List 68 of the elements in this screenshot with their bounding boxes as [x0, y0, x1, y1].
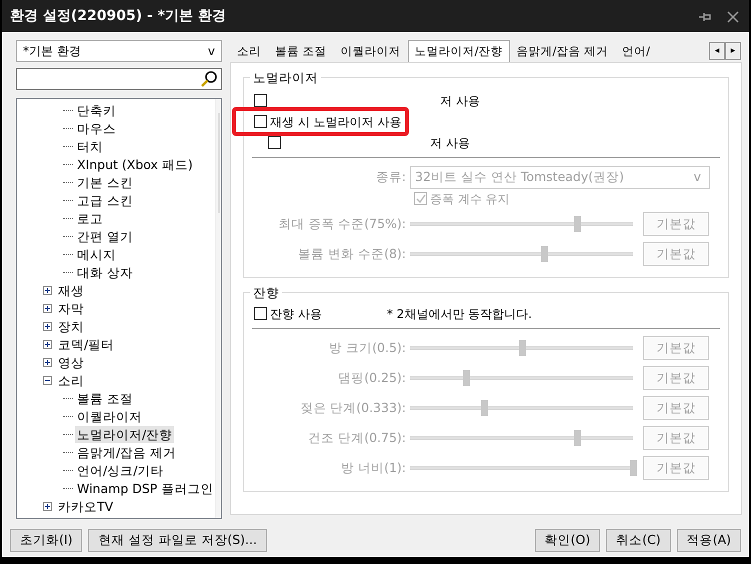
tree-item[interactable]: 터치: [75, 138, 105, 154]
slider-label: 방 너비(1):: [340, 458, 407, 477]
tree-item[interactable]: 코덱/필터: [56, 336, 116, 352]
checkbox-label: 저 사용: [440, 92, 480, 110]
tree-item[interactable]: 음맑게/잡음 제거: [75, 444, 178, 460]
slider-label: 방 크기(0.5):: [328, 338, 407, 357]
tree-item[interactable]: 단축키: [75, 102, 118, 118]
collapse-icon[interactable]: [43, 376, 52, 384]
tab-scroll-right[interactable]: ▸: [725, 42, 741, 60]
checkbox-label: 잔향 사용: [270, 306, 322, 322]
checkbox[interactable]: [268, 136, 281, 149]
slider-label: 건조 단계(0.75):: [307, 428, 407, 447]
slider-label: 젖은 단계(0.333):: [299, 398, 407, 417]
expand-icon[interactable]: [43, 304, 52, 312]
tree-item[interactable]: 이퀄라이저: [75, 408, 144, 424]
tree-item[interactable]: 소리: [56, 372, 86, 388]
tree-item[interactable]: 자막: [56, 300, 86, 316]
checkbox-label: 재생 시 노멀라이저 사용: [270, 114, 402, 130]
slider-label: 볼륨 변화 수준(8):: [297, 244, 407, 263]
expand-icon[interactable]: [43, 358, 52, 366]
pin-icon[interactable]: [698, 12, 711, 22]
expand-icon[interactable]: [43, 286, 52, 294]
tree-item[interactable]: 메시지: [75, 246, 118, 262]
tree-item[interactable]: 대화 상자: [75, 264, 135, 280]
tab[interactable]: 언어/: [615, 40, 657, 62]
tree-item[interactable]: 노멀라이저/잔향: [75, 426, 174, 442]
tree-item[interactable]: 언어/싱크/기타: [75, 462, 166, 478]
checkbox[interactable]: [254, 307, 267, 320]
footer-button[interactable]: 적용(A): [676, 528, 741, 552]
expand-icon[interactable]: [43, 340, 52, 348]
slider-label: 댐핑(0.25):: [337, 368, 407, 387]
tree-item[interactable]: 재생: [56, 282, 86, 298]
checkbox-label: 증폭 계수 유지: [430, 190, 510, 208]
tree-item[interactable]: Winamp DSP 플러그인: [75, 480, 216, 496]
tree-item[interactable]: 간편 열기: [75, 228, 135, 244]
tab[interactable]: 소리: [230, 40, 268, 62]
search-field[interactable]: [16, 68, 222, 90]
tree-item[interactable]: 볼륨 조절: [75, 390, 135, 406]
tree-item[interactable]: 기본 스킨: [75, 174, 135, 190]
slider-label: 최대 증폭 수준(75%):: [277, 214, 407, 233]
tree-item[interactable]: XInput (Xbox 패드): [75, 156, 195, 172]
expand-icon[interactable]: [43, 502, 52, 510]
footer-button[interactable]: 초기화(I): [10, 528, 82, 552]
footer-button[interactable]: 취소(C): [606, 528, 671, 552]
tab[interactable]: 노멀라이저/잔향: [408, 40, 510, 62]
tab[interactable]: 볼륨 조절: [268, 40, 334, 62]
tab[interactable]: 음맑게/잡음 제거: [510, 40, 616, 62]
tree-item[interactable]: 마우스: [75, 120, 118, 136]
window-title: 환경 설정(220905) - *기본 환경: [10, 6, 226, 26]
footer-button[interactable]: 확인(O): [534, 528, 600, 552]
type-label: 종류:: [374, 168, 407, 186]
tab-scroll-left[interactable]: ◂: [709, 42, 725, 60]
tree-item[interactable]: 로고: [75, 210, 105, 226]
checkbox[interactable]: [254, 115, 267, 128]
tree-item[interactable]: 카카오TV: [56, 498, 116, 514]
checkbox[interactable]: [254, 94, 267, 107]
close-icon[interactable]: [727, 10, 739, 22]
note-text: * 2채널에서만 동작합니다.: [386, 306, 532, 322]
footer-button[interactable]: 현재 설정 파일로 저장(S)...: [88, 528, 267, 552]
checkbox-label: 저 사용: [430, 134, 470, 152]
scrollbar[interactable]: [215, 99, 221, 518]
preset-dropdown[interactable]: *기본 환경 v: [16, 40, 222, 62]
expand-icon[interactable]: [43, 322, 52, 330]
tab[interactable]: 이퀄라이저: [334, 40, 408, 62]
tree-item[interactable]: 영상: [56, 354, 86, 370]
tree-item[interactable]: 장치: [56, 318, 86, 334]
search-icon[interactable]: [201, 71, 217, 87]
tree-item[interactable]: 고급 스킨: [75, 192, 135, 208]
